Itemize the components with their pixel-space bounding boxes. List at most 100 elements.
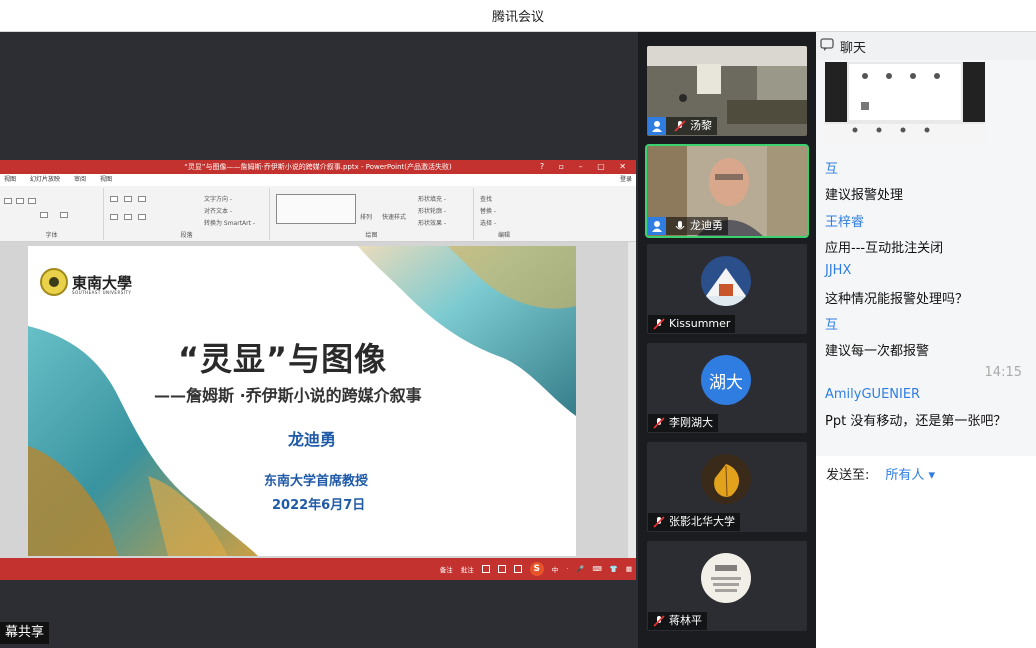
shape-outline[interactable]: 形状轮廓 - [418, 206, 446, 215]
avatar: 湖大 [701, 355, 751, 405]
message-sender: 王梓睿 [825, 215, 865, 230]
select-button[interactable]: 选择 - [480, 218, 496, 227]
ppt-ribbon: 字体 文字方向 - 对齐文本 - 转换为 SmartArt - 段落 排列 快速… [0, 186, 636, 242]
app-title: 腾讯会议 [491, 10, 544, 25]
bold-icon[interactable] [4, 198, 12, 204]
participant-label: 张影北华大学 [648, 513, 740, 531]
ppt-menu-view[interactable]: 视图 [4, 174, 16, 186]
message-sender: AmilyGUENIER [825, 387, 921, 402]
participant-tile[interactable]: 蒋林平 [647, 541, 807, 631]
participant-tile[interactable]: 张影北华大学 [647, 442, 807, 532]
align-center-icon[interactable] [124, 214, 132, 220]
text-direction[interactable]: 文字方向 - [204, 194, 232, 203]
send-to-label: 发送至: [826, 468, 870, 483]
ribbon-label-drawing: 绘图 [365, 232, 378, 239]
message-text: Ppt 没有移动，还是第一张吧？ [825, 414, 1007, 429]
logo-subtext: SOUTHEAST UNIVERSITY [72, 290, 132, 295]
ppt-title-bar: “灵显”与图像——詹姆斯·乔伊斯小说的跨媒介叙事.pptx - PowerPoi… [0, 160, 636, 174]
ppt-login[interactable]: 登录 [620, 174, 632, 186]
mic-muted-icon [652, 317, 666, 331]
ppt-menu-review[interactable]: 审阅 [74, 174, 86, 186]
normal-view-icon[interactable] [481, 565, 490, 573]
ppt-window-title: “灵显”与图像——詹姆斯·乔伊斯小说的跨媒介叙事.pptx - PowerPoi… [184, 163, 452, 171]
host-icon [648, 217, 666, 235]
avatar [701, 256, 751, 306]
chat-panel: 聊天 互 建议报警处理 王梓睿 应用---互动批注关闭 JJHX 这种情况能报警… [816, 32, 1036, 648]
chat-messages[interactable]: 互 建议报警处理 王梓睿 应用---互动批注关闭 JJHX 这种情况能报警处理吗… [816, 60, 1036, 456]
participant-tile[interactable]: 湖大 李刚湖大 [647, 343, 807, 433]
shared-image-message[interactable] [825, 62, 985, 146]
ppt-window-buttons[interactable]: ? ▫ – ▢ ✕ [540, 160, 632, 174]
participant-tile-active[interactable]: 龙迪勇 [645, 144, 809, 238]
slide-canvas[interactable]: 東南大學 SOUTHEAST UNIVERSITY “灵显”与图像 ——詹姆斯 … [28, 246, 576, 556]
notes-button[interactable]: 备注 [440, 564, 453, 574]
ime-tools-icon[interactable]: ▦ [626, 565, 632, 573]
powerpoint-window[interactable]: “灵显”与图像——詹姆斯·乔伊斯小说的跨媒介叙事.pptx - PowerPoi… [0, 160, 636, 580]
ime-voice-icon[interactable]: 🎤 [576, 565, 584, 573]
replace-button[interactable]: 替换 - [480, 206, 496, 215]
sorter-view-icon[interactable] [497, 565, 506, 573]
numbering-icon[interactable] [124, 196, 132, 202]
bullets-icon[interactable] [110, 196, 118, 202]
font-color-icon[interactable] [40, 212, 48, 218]
shared-screen: “灵显”与图像——詹姆斯·乔伊斯小说的跨媒介叙事.pptx - PowerPoi… [0, 32, 638, 648]
participant-tile[interactable]: Kissummer [647, 244, 807, 334]
send-to-dropdown[interactable]: 所有人 ▾ [885, 464, 935, 483]
participant-label: 汤黎 [648, 117, 717, 135]
participant-label: Kissummer [648, 315, 736, 333]
ribbon-label-editing: 编辑 [497, 232, 510, 239]
ime-keyboard-icon[interactable]: ⌨ [592, 565, 601, 573]
convert-smartart[interactable]: 转换为 SmartArt - [204, 218, 255, 227]
arrange-button[interactable]: 排列 [360, 212, 372, 221]
align-text[interactable]: 对齐文本 - [204, 206, 232, 215]
shape-effects[interactable]: 形状效果 - [418, 218, 446, 227]
mic-muted-icon [652, 515, 666, 529]
ime-skin-icon[interactable]: 👕 [610, 565, 618, 573]
participant-name: 龙迪勇 [690, 219, 723, 232]
participant-label: 李刚湖大 [648, 414, 718, 432]
ribbon-group-font: 字体 [0, 188, 104, 240]
slide-date: 2022年6月7日 [272, 498, 366, 513]
quick-styles-button[interactable]: 快速样式 [382, 212, 406, 221]
message-text: 建议每一次都报警 [825, 344, 930, 359]
font-size-icon[interactable] [60, 212, 68, 218]
chat-input[interactable] [816, 488, 1036, 648]
shapes-gallery[interactable] [276, 194, 356, 224]
align-left-icon[interactable] [110, 214, 118, 220]
window-titlebar: 腾讯会议 [0, 0, 1036, 32]
ppt-menu-view2[interactable]: 视图 [100, 174, 112, 186]
mic-muted-icon [652, 416, 666, 430]
chat-icon [820, 37, 834, 55]
message-text: 这种情况能报警处理吗？ [825, 292, 969, 307]
participant-name: 蒋林平 [669, 614, 702, 627]
ribbon-group-editing: 查找 替换 - 选择 - 编辑 [474, 188, 534, 240]
ime-punct[interactable]: · [566, 565, 568, 573]
message-text: 建议报警处理 [825, 188, 904, 203]
avatar [701, 553, 751, 603]
ppt-menu-bar: 视图 幻灯片放映 审阅 视图 登录 [0, 174, 636, 186]
reading-view-icon[interactable] [513, 565, 522, 573]
participant-name: Kissummer [669, 317, 731, 330]
find-button[interactable]: 查找 [480, 194, 492, 203]
participants-panel: 汤黎 龙迪勇 Kissummer 湖大 李刚湖大 张影北华大学 蒋林平 [638, 32, 816, 648]
shape-fill[interactable]: 形状填充 - [418, 194, 446, 203]
participant-tile[interactable]: 汤黎 [647, 46, 807, 136]
slide-scrollbar[interactable] [628, 242, 636, 558]
message-sender: JJHX [825, 263, 852, 278]
slide-affiliation: 东南大学首席教授 [264, 474, 369, 489]
ppt-status-bar: 备注 批注 S 中 · 🎤 ⌨ 👕 ▦ [0, 558, 636, 580]
ppt-menu-slideshow[interactable]: 幻灯片放映 [30, 174, 60, 186]
message-sender: 互 [825, 318, 839, 333]
align-right-icon[interactable] [138, 214, 146, 220]
participant-label: 龙迪勇 [648, 217, 728, 235]
screen-share-badge: 幕共享 [0, 622, 50, 644]
message-timestamp: 14:15 [984, 365, 1022, 380]
underline-icon[interactable] [28, 198, 36, 204]
comments-button[interactable]: 批注 [461, 564, 474, 574]
sogou-ime-icon[interactable]: S [529, 562, 544, 576]
host-icon [648, 117, 666, 135]
participant-name: 汤黎 [690, 119, 712, 132]
italic-icon[interactable] [16, 198, 24, 204]
indent-icon[interactable] [138, 196, 146, 202]
ime-lang[interactable]: 中 [552, 564, 559, 574]
